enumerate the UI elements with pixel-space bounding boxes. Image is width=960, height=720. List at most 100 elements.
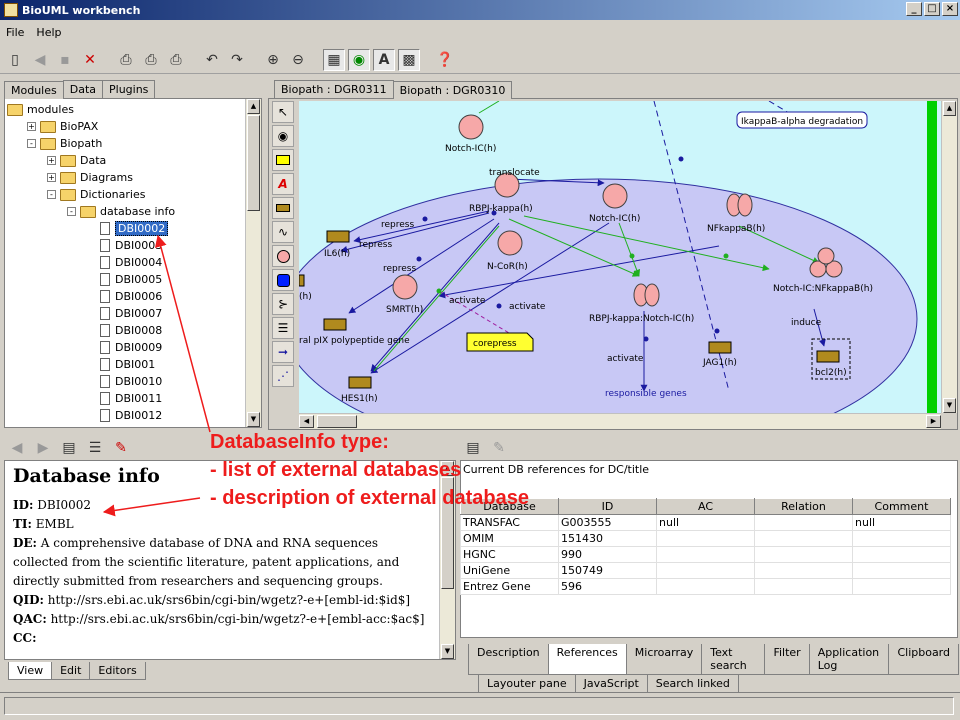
tab-modules[interactable]: Modules [4,81,64,99]
collapse-icon[interactable]: - [47,190,56,199]
scroll-thumb[interactable] [247,115,260,211]
reaction-tool-icon[interactable]: ⊱ [272,293,294,315]
table-row[interactable]: HGNC 990 [460,546,951,563]
node-notch-ic-mid[interactable]: Notch-IC(h) [589,214,640,224]
edge-tool-icon[interactable]: ➞ [272,341,294,363]
print-preview-icon[interactable]: ⎙ [140,49,162,71]
info-scroll-up-icon[interactable]: ▲ [441,461,454,476]
help-icon[interactable]: ❓ [434,49,456,71]
tab-view[interactable]: View [8,662,53,680]
tab-plugins[interactable]: Plugins [102,80,156,98]
info-scroll-thumb[interactable] [441,477,454,589]
tab-data[interactable]: Data [62,80,103,98]
text-icon[interactable]: A [373,48,395,71]
protein-tool-icon[interactable] [272,245,294,267]
tab-diagram-dgr0311[interactable]: Biopath : DGR0311 [274,80,394,98]
diagram-canvas[interactable]: Notch-IC(h) RBPJ-kappa(h) Notch-IC(h) NF… [299,101,941,413]
info-vertical-scrollbar[interactable]: ▲ ▼ [439,461,455,659]
diagram-vertical-scrollbar[interactable]: ▲ ▼ [941,101,957,413]
tree-item-document[interactable]: DBI0006 [87,288,162,305]
select-arrow-icon[interactable]: ↖ [272,101,294,123]
tab-search-linked[interactable]: Search linked [646,675,739,693]
scroll-down-arrow-icon[interactable]: ▼ [247,412,260,427]
column-header[interactable]: Relation [754,498,853,515]
zoom-in-icon[interactable]: ⊕ [262,49,284,71]
back-icon[interactable]: ◀ [29,49,51,71]
dashed-edge-tool-icon[interactable]: ⋰ [272,365,294,387]
relation-list-icon[interactable]: ☰ [272,317,294,339]
tab-microarray[interactable]: Microarray [625,644,703,675]
redo-icon[interactable]: ↷ [226,49,248,71]
tree-item-folder[interactable]: - Biopath [27,135,102,152]
module-tree[interactable]: ▲ ▼ modules + BioPAX - Biopath + Data + Diagrams… [4,98,262,428]
save-icon[interactable]: ▪ [54,49,76,71]
column-header[interactable]: ID [558,498,657,515]
tree-item-folder[interactable]: - Dictionaries [47,186,145,203]
tree-item-folder[interactable]: - database info [67,203,175,220]
tree-item-document[interactable]: DBI0012 [87,407,162,424]
scroll-up-arrow-icon[interactable]: ▲ [247,99,260,114]
collapse-icon[interactable]: - [27,139,36,148]
expand-icon[interactable]: + [27,122,36,131]
tree-item-document[interactable]: DBI001 [87,356,155,373]
tree-item-folder[interactable]: + BioPAX [27,118,98,135]
note-tool-icon[interactable] [272,149,294,171]
grid-icon[interactable]: ▩ [398,48,420,71]
forward-arrow-icon[interactable]: ▶ [32,437,54,459]
node-nfkappab[interactable]: NFkappaB(h) [707,224,765,234]
tab-clipboard[interactable]: Clipboard [888,644,959,675]
diagram-scroll-right-icon[interactable]: ▶ [926,415,941,428]
back-arrow-icon[interactable]: ◀ [6,437,28,459]
table-row[interactable]: UniGene 150749 [460,562,951,579]
tab-editors[interactable]: Editors [89,662,146,680]
tree-item-document[interactable]: DBI0004 [87,254,162,271]
rna-tool-icon[interactable]: ∿ [272,221,294,243]
tab-diagram-dgr0310[interactable]: Biopath : DGR0310 [392,81,513,99]
node-rbpj-notch[interactable]: RBPJ-kappa:Notch-IC(h) [589,314,694,324]
column-header[interactable]: Database [460,498,559,515]
tab-references[interactable]: References [547,644,627,675]
node-bcl2[interactable]: bcl2(h) [815,368,847,378]
tree-item-document[interactable]: DBI0010 [87,373,162,390]
tab-filter[interactable]: Filter [764,644,810,675]
collapse-icon[interactable]: - [67,207,76,216]
node-polypeptide[interactable]: ral pIX polypeptide gene [299,336,410,346]
minimize-button[interactable]: _ [906,2,922,16]
layout-icon[interactable]: ▦ [323,48,345,71]
expand-icon[interactable]: + [47,173,56,182]
delete-icon[interactable]: ✕ [79,49,101,71]
node-responsible-genes[interactable]: responsible genes [605,389,687,399]
gene-tool-icon[interactable] [272,197,294,219]
page-setup-icon[interactable]: ⎙ [165,49,187,71]
tree-item-document[interactable]: DBI0002 [87,220,169,237]
diagram-scroll-up-icon[interactable]: ▲ [943,101,956,116]
node-smrt[interactable]: SMRT(h) [386,305,423,315]
print-icon[interactable]: ⎙ [115,49,137,71]
edit-icon[interactable]: ✎ [110,437,132,459]
tree-item-document[interactable]: DBI0007 [87,305,162,322]
tab-edit[interactable]: Edit [51,662,91,680]
node-notch-nfkappab[interactable]: Notch-IC:NFkappaB(h) [773,284,873,294]
diagram-scroll-left-icon[interactable]: ◀ [299,415,314,428]
tab-layouter-pane[interactable]: Layouter pane [478,675,576,693]
node-h-left[interactable]: (h) [299,292,312,302]
menu-file[interactable]: File [6,26,24,39]
node-rbpj-kappa[interactable]: RBPJ-kappa(h) [469,204,533,214]
text-tool-icon[interactable]: A [272,173,294,195]
tree-item-document[interactable]: DBI0003 [87,237,162,254]
tree-item-document[interactable]: DBI0009 [87,339,162,356]
table-row[interactable]: TRANSFAC G003555 null null [460,514,951,531]
zoom-out-icon[interactable]: ⊖ [287,49,309,71]
node-notch-ic-top[interactable]: Notch-IC(h) [445,144,496,154]
node-il6[interactable]: IL6(h) [324,249,350,259]
tree-item-folder[interactable]: + Diagrams [47,169,133,186]
info-scroll-down-icon[interactable]: ▼ [441,644,454,659]
tree-item-folder[interactable]: + Data [47,152,106,169]
tab-text-search[interactable]: Text search [701,644,766,675]
note-corepress[interactable]: corepress [473,339,517,349]
tree-item-document[interactable]: DBI0011 [87,390,162,407]
references-edit-icon[interactable]: ✎ [488,437,510,459]
substance-tool-icon[interactable] [272,269,294,291]
diagram-horizontal-scrollbar[interactable]: ◀ ▶ [299,413,941,429]
note-ikappab-degradation[interactable]: IkappaB-alpha degradation [741,117,863,127]
